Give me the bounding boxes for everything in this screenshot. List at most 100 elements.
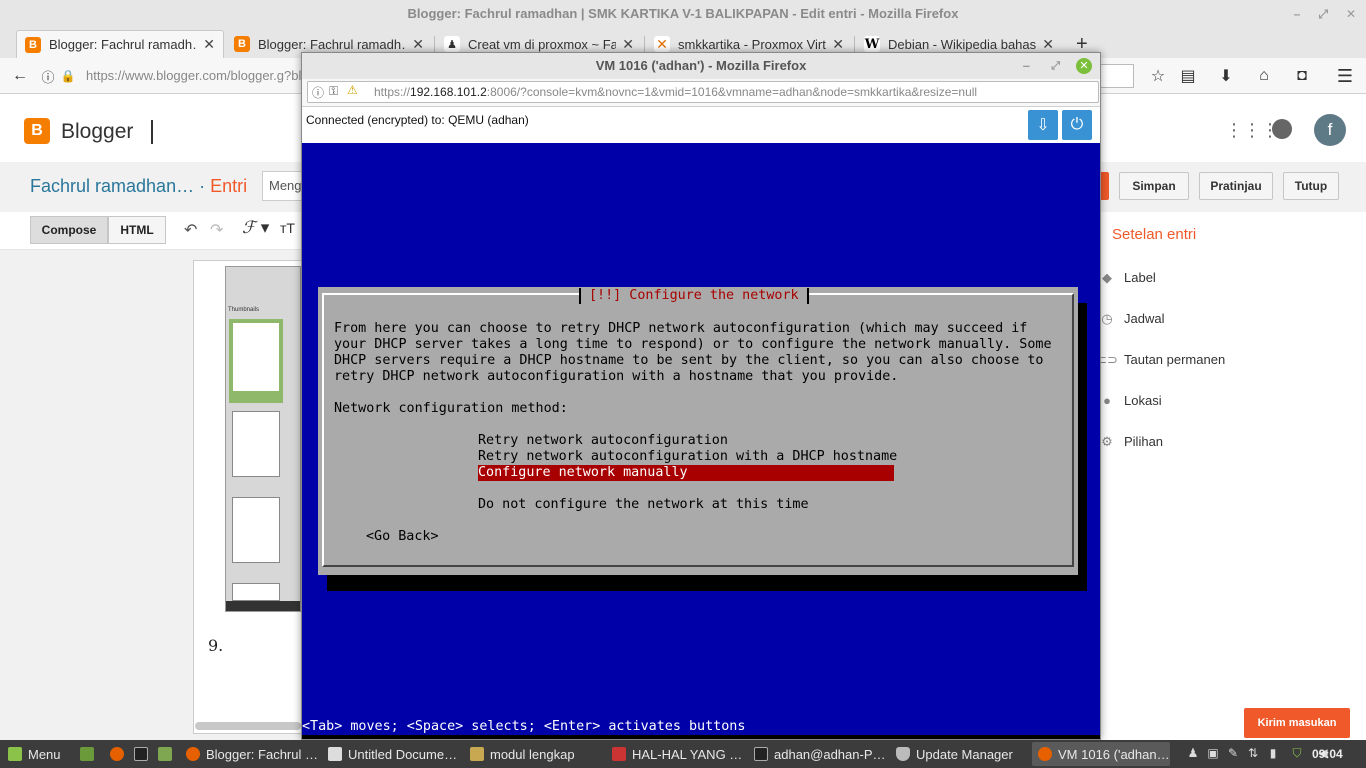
maximize-icon[interactable]: ⤢	[1318, 0, 1328, 28]
taskbar-item-vm[interactable]: VM 1016 ('adhan…	[1032, 742, 1170, 766]
window-title-bar: Blogger: Fachrul ramadhan | SMK KARTIKA …	[0, 0, 1366, 28]
tab-close-icon[interactable]: ✕	[1042, 36, 1054, 53]
pen-icon[interactable]: ✎	[1226, 746, 1240, 760]
tab-close-icon[interactable]: ✕	[622, 36, 634, 53]
undo-icon[interactable]: ↶	[184, 220, 197, 240]
setting-schedule[interactable]: ◷ Jadwal	[1100, 310, 1164, 327]
firefox-launcher-icon[interactable]	[104, 742, 128, 766]
tab-close-icon[interactable]: ✕	[412, 36, 424, 53]
location-icon: ●	[1103, 393, 1111, 408]
document-icon	[328, 747, 342, 761]
start-menu-button[interactable]: Menu	[2, 742, 70, 766]
apps-grid-icon[interactable]: ⋮⋮⋮	[1225, 120, 1279, 141]
close-icon[interactable]: ✕	[1346, 0, 1356, 28]
post-settings-panel	[1100, 212, 1366, 740]
notifications-icon[interactable]	[1272, 119, 1292, 139]
back-icon[interactable]: ←	[8, 64, 32, 88]
vm-console-window: VM 1016 ('adhan') - Mozilla Firefox – ⤢ …	[301, 52, 1101, 740]
avatar[interactable]: f	[1314, 114, 1346, 146]
vm-url-bar[interactable]: https://192.168.101.2:8006/?console=kvm&…	[307, 81, 1099, 103]
taskbar-item-terminal[interactable]: adhan@adhan-P…	[748, 742, 886, 766]
show-desktop-icon[interactable]	[74, 742, 98, 766]
taskbar-item-update-manager[interactable]: Update Manager	[890, 742, 1028, 766]
setting-location[interactable]: ● Lokasi	[1100, 393, 1162, 408]
taskbar: Menu Blogger: Fachrul … Untitled Docume……	[0, 740, 1366, 768]
terminal-icon	[754, 747, 768, 761]
home-icon[interactable]: ⌂	[1252, 64, 1276, 88]
option-configure-manually[interactable]: Configure network manually	[478, 465, 894, 481]
dialog-body-line: retry DHCP network autoconfiguration wit…	[334, 369, 899, 384]
mint-logo-icon	[8, 747, 22, 761]
tab-close-icon[interactable]: ✕	[832, 36, 844, 53]
close-icon[interactable]: ✕	[1076, 58, 1092, 74]
save-button[interactable]: Simpan	[1119, 172, 1189, 200]
post-settings-title[interactable]: Setelan entri	[1112, 226, 1196, 243]
dialog-body-line: From here you can choose to retry DHCP n…	[334, 321, 1028, 336]
option-retry-dhcp-hostname[interactable]: Retry network autoconfiguration with a D…	[478, 449, 897, 465]
bookmark-star-icon[interactable]: ☆	[1146, 64, 1170, 88]
files-launcher-icon[interactable]	[152, 742, 176, 766]
warning-lock-icon: ⚠	[347, 83, 358, 97]
tab-blogger-1[interactable]: B Blogger: Fachrul ramadh… ✕	[16, 30, 224, 58]
menu-icon[interactable]: ☰	[1333, 64, 1357, 88]
dialog-title: [!!] Configure the network	[579, 288, 809, 304]
clock-icon: ◷	[1101, 310, 1113, 326]
power-icon[interactable]: ⏻	[1062, 110, 1092, 140]
taskbar-item-document[interactable]: Untitled Docume…	[322, 742, 460, 766]
maximize-icon[interactable]: ⤢	[1051, 53, 1060, 79]
network-icon[interactable]: ⇅	[1246, 746, 1260, 760]
reading-list-icon[interactable]: ▤	[1176, 64, 1200, 88]
send-keys-icon[interactable]: ⇩	[1028, 110, 1058, 140]
option-retry-autoconfig[interactable]: Retry network autoconfiguration	[478, 433, 728, 449]
blogger-icon: B	[25, 36, 41, 53]
battery-icon[interactable]: ▮	[1266, 746, 1280, 760]
preview-button[interactable]: Pratinjau	[1199, 172, 1273, 200]
font-size-icon[interactable]: ᴛT	[280, 220, 295, 236]
setting-options[interactable]: ⚙ Pilihan	[1100, 433, 1163, 450]
document-icon	[612, 747, 626, 761]
taskbar-item-folder[interactable]: modul lengkap	[464, 742, 602, 766]
redo-icon[interactable]: ↷	[210, 220, 223, 240]
download-icon[interactable]: ⬇	[1214, 64, 1238, 88]
option-do-not-configure[interactable]: Do not configure the network at this tim…	[478, 497, 809, 513]
html-mode-button[interactable]: HTML	[108, 216, 166, 244]
go-back-button[interactable]: <Go Back>	[366, 529, 439, 545]
setting-permalink[interactable]: ⊂⊃ Tautan permanen	[1096, 352, 1225, 368]
blogger-logo-icon[interactable]: B	[24, 118, 50, 144]
close-button[interactable]: Tutup	[1283, 172, 1339, 200]
tag-icon: ◆	[1102, 269, 1112, 285]
font-icon[interactable]: ℱ ▾	[242, 218, 269, 238]
minimize-icon[interactable]: –	[1023, 53, 1030, 79]
taskbar-item-blogger[interactable]: Blogger: Fachrul …	[180, 742, 318, 766]
tab-close-icon[interactable]: ✕	[203, 36, 215, 53]
minimize-icon[interactable]: –	[1294, 0, 1301, 28]
update-shield-icon[interactable]: ⛉	[1290, 746, 1304, 760]
person-icon: ♟	[444, 36, 460, 52]
clipboard-icon[interactable]: ▣	[1206, 746, 1220, 760]
vm-window-title: VM 1016 ('adhan') - Mozilla Firefox	[595, 58, 807, 73]
post-title-input[interactable]: Meng	[262, 171, 302, 201]
page-thumbnail	[232, 583, 280, 601]
window-title: Blogger: Fachrul ramadhan | SMK KARTIKA …	[407, 6, 959, 21]
dialog-body-line: DHCP servers require a DHCP hostname to …	[334, 353, 1044, 368]
horizontal-scrollbar[interactable]	[195, 722, 301, 730]
user-icon[interactable]: ♟	[1186, 746, 1200, 760]
compose-mode-button[interactable]: Compose	[30, 216, 108, 244]
firefox-icon	[186, 747, 200, 761]
method-label: Network configuration method:	[334, 401, 568, 416]
send-feedback-button[interactable]: Kirim masukan	[1244, 708, 1350, 738]
proxmox-icon: ✕	[654, 36, 670, 52]
page-thumbnail	[232, 497, 280, 563]
info-icon[interactable]: ⓘ	[312, 84, 324, 101]
pocket-icon[interactable]: ◘	[1290, 64, 1314, 88]
firefox-icon	[1038, 747, 1052, 761]
url-text[interactable]: https://www.blogger.com/blogger.g?blo	[86, 68, 309, 83]
setting-label[interactable]: ◆ Label	[1100, 269, 1156, 286]
terminal-launcher-icon[interactable]	[128, 742, 152, 766]
clock[interactable]: 09:04	[1312, 747, 1343, 761]
wikipedia-icon: W	[864, 36, 880, 52]
list-number: 9.	[208, 636, 224, 655]
gear-icon: ⚙	[1101, 433, 1113, 449]
lock-icon: 🔒	[60, 69, 76, 83]
taskbar-item-hal[interactable]: HAL-HAL YANG …	[606, 742, 744, 766]
